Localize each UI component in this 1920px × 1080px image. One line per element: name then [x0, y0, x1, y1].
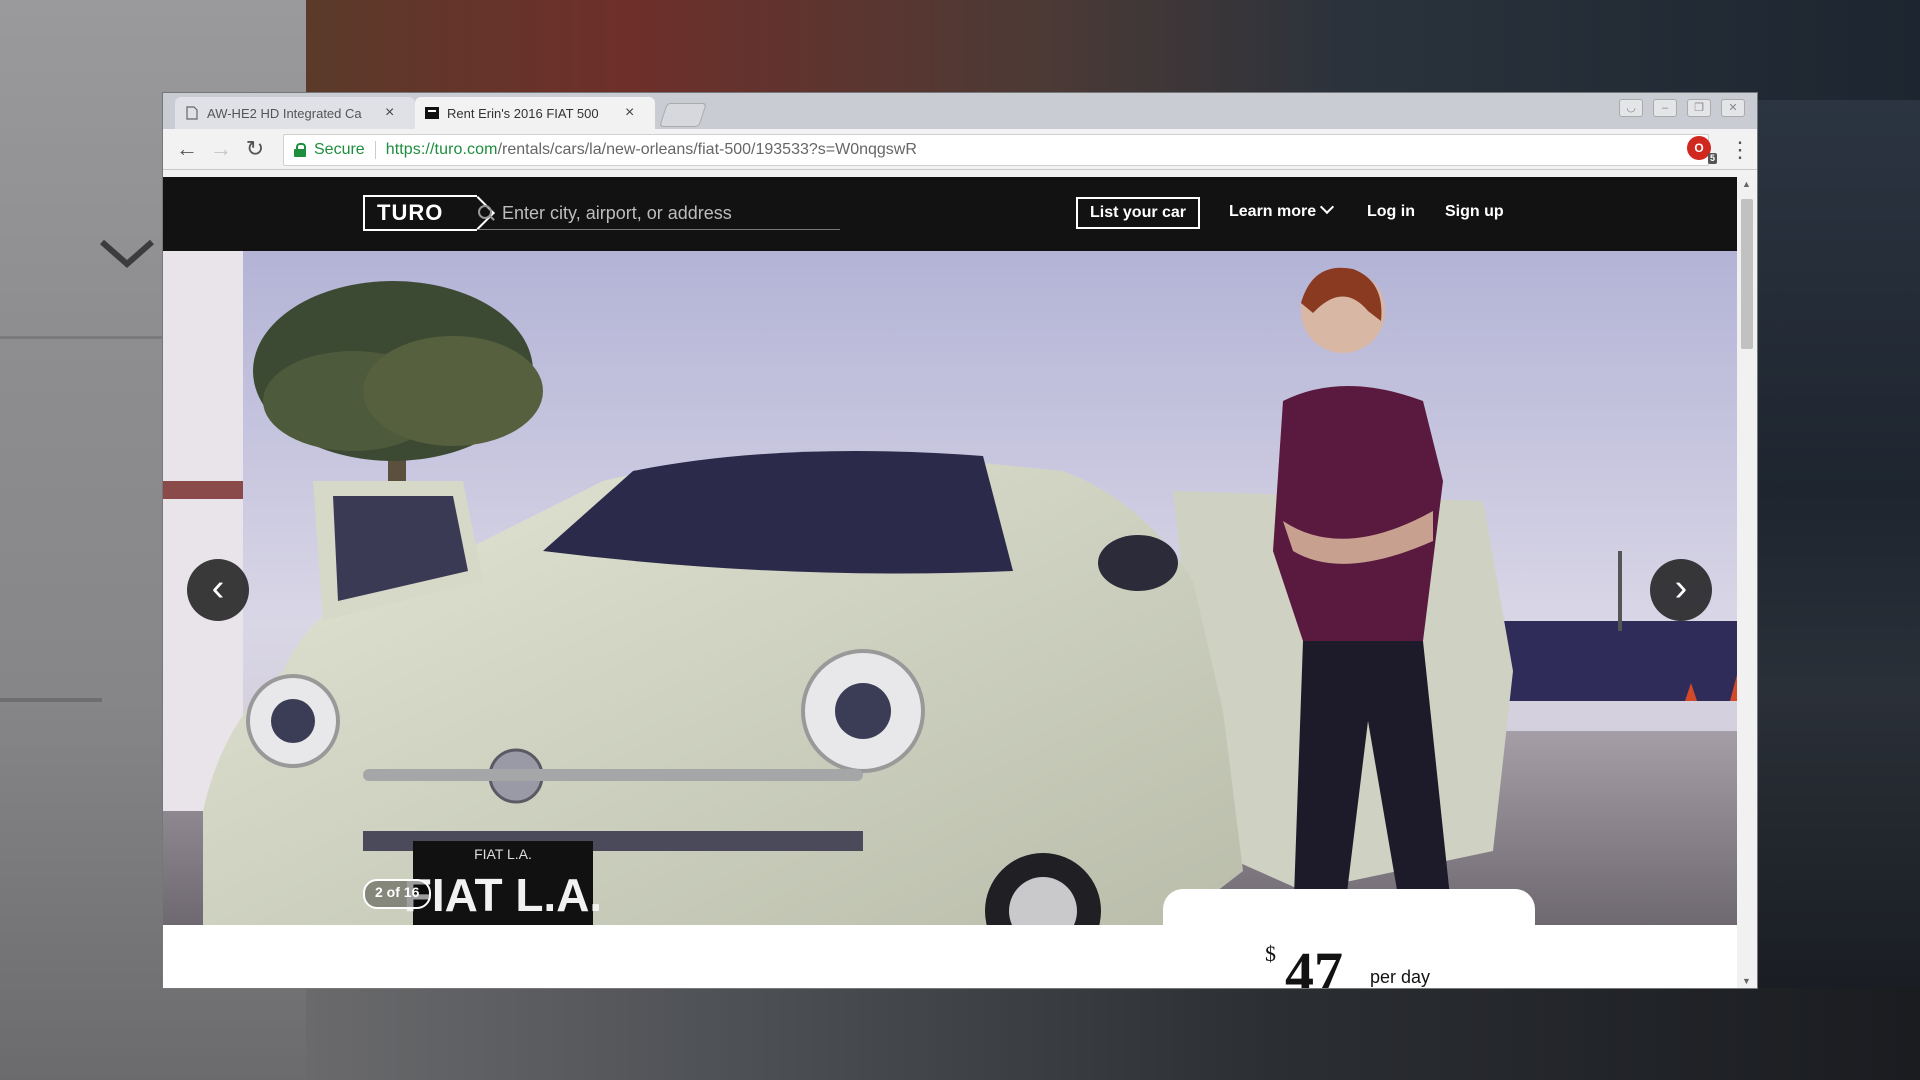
close-icon[interactable]: ×	[385, 104, 394, 122]
chevron-down-icon	[1320, 199, 1335, 215]
car-photo-carousel: FIAT L.A. FIAT L.A. ‹ › 2 of 16	[163, 251, 1737, 925]
lock-icon	[294, 143, 306, 157]
learn-more-label: Learn more	[1229, 203, 1317, 220]
tab-title: AW-HE2 HD Integrated Ca	[207, 105, 362, 121]
search-icon	[478, 205, 494, 221]
price-unit: per day	[1370, 967, 1431, 987]
log-in-link[interactable]: Log in	[1367, 203, 1415, 221]
extension-badge: 5	[1707, 153, 1717, 164]
background-bottom	[306, 988, 1920, 1080]
turo-favicon-icon	[425, 107, 439, 119]
learn-more-menu[interactable]: Learn more	[1229, 199, 1335, 221]
address-bar[interactable]: Secure https://turo.com /rentals/cars/la…	[283, 134, 1709, 166]
price-value: 47	[1285, 940, 1343, 988]
browser-tab[interactable]: AW-HE2 HD Integrated Ca ×	[175, 97, 415, 129]
search-bar	[478, 197, 840, 230]
background-right	[1756, 100, 1920, 1080]
divider	[374, 141, 376, 159]
secure-label: Secure	[314, 141, 365, 158]
site-header: TURO List your car Learn more Log in Sig…	[163, 177, 1737, 251]
scroll-down-icon[interactable]: ▼	[1742, 976, 1751, 986]
browser-toolbar: ← → ↻ Secure https://turo.com /rentals/c…	[163, 129, 1757, 170]
restore-icon[interactable]: ❐	[1687, 99, 1711, 117]
turo-logo[interactable]: TURO	[363, 195, 478, 231]
background-divider	[0, 698, 102, 702]
carousel-next-button[interactable]: ›	[1650, 559, 1712, 621]
browser-menu-icon[interactable]: ⋮	[1729, 137, 1751, 163]
chevron-down-icon	[100, 239, 154, 268]
extension-icon[interactable]: O5	[1687, 136, 1717, 164]
price-currency: $	[1265, 941, 1276, 966]
browser-tab-active[interactable]: Rent Erin's 2016 FIAT 500 ×	[415, 97, 655, 129]
page-viewport: TURO List your car Learn more Log in Sig…	[163, 177, 1737, 988]
profile-icon[interactable]: ◡	[1619, 99, 1643, 117]
close-icon[interactable]: ×	[625, 104, 634, 122]
background-top	[306, 0, 1920, 100]
plate-main-text: FIAT L.A.	[404, 869, 602, 921]
price-card: $ 47 per day	[1163, 889, 1535, 988]
sign-up-link[interactable]: Sign up	[1445, 203, 1504, 221]
url-path: /rentals/cars/la/new-orleans/fiat-500/19…	[497, 141, 917, 158]
new-tab-button[interactable]	[659, 103, 707, 127]
list-your-car-button[interactable]: List your car	[1076, 197, 1201, 229]
photo-counter: 2 of 16	[363, 879, 432, 909]
car-photo: FIAT L.A. FIAT L.A.	[163, 251, 1737, 925]
window-controls: ◡ – ❐ ✕	[1619, 99, 1745, 117]
plate-top-text: FIAT L.A.	[474, 846, 532, 862]
reload-icon[interactable]: ↻	[241, 135, 269, 163]
page-scrollbar[interactable]: ▲ ▼	[1737, 177, 1757, 988]
tab-title: Rent Erin's 2016 FIAT 500	[447, 105, 599, 121]
browser-window: AW-HE2 HD Integrated Ca × Rent Erin's 20…	[163, 93, 1757, 988]
back-icon[interactable]: ←	[173, 135, 201, 163]
scroll-up-icon[interactable]: ▲	[1742, 179, 1751, 189]
page-icon	[186, 106, 198, 120]
carousel-prev-button[interactable]: ‹	[187, 559, 249, 621]
search-input[interactable]	[502, 202, 832, 224]
url-host: https://turo.com	[385, 141, 498, 158]
window-close-icon[interactable]: ✕	[1721, 99, 1745, 117]
tab-strip: AW-HE2 HD Integrated Ca × Rent Erin's 20…	[163, 93, 1757, 129]
forward-icon[interactable]: →	[207, 135, 235, 163]
minimize-icon[interactable]: –	[1653, 99, 1677, 117]
scroll-thumb[interactable]	[1741, 199, 1753, 349]
